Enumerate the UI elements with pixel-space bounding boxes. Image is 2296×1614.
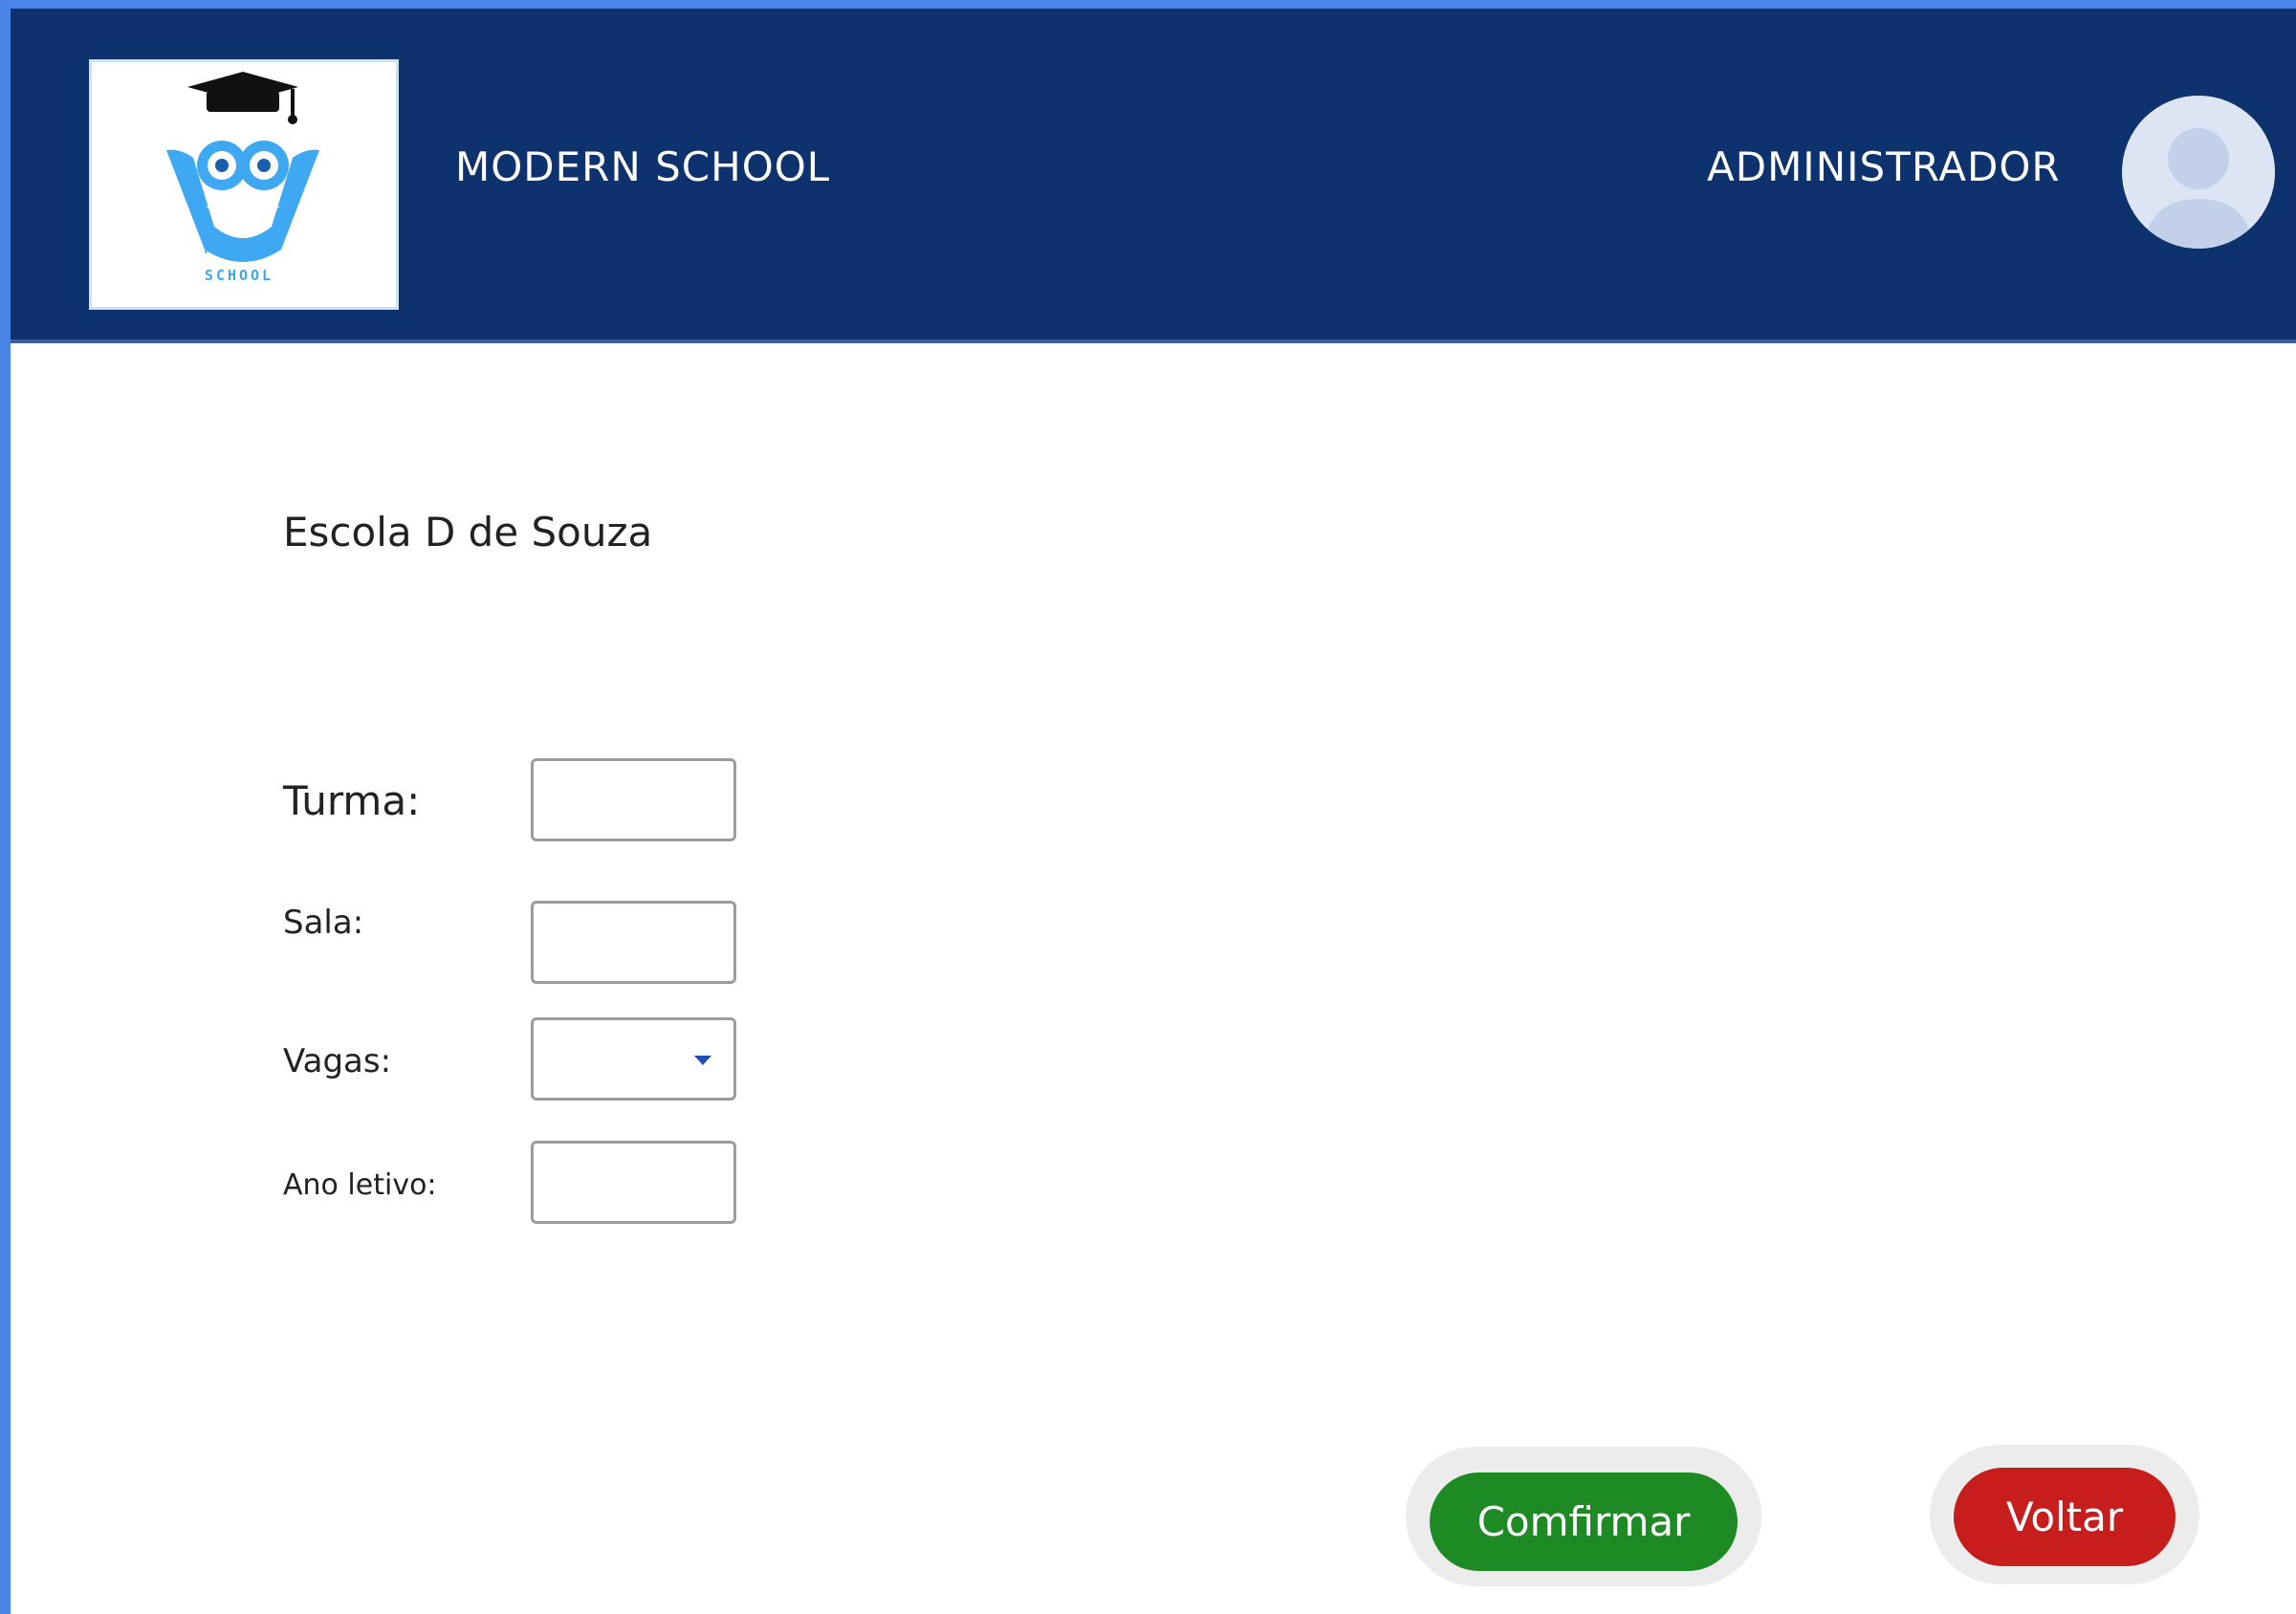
back-button-container: Voltar bbox=[1930, 1445, 2199, 1584]
window-frame-left bbox=[0, 0, 11, 1614]
user-avatar[interactable] bbox=[2122, 96, 2275, 249]
back-button[interactable]: Voltar bbox=[1954, 1468, 2176, 1566]
logo-text-line2: SCHOOL bbox=[205, 267, 273, 284]
user-avatar-icon bbox=[2122, 96, 2275, 249]
ano-letivo-input[interactable] bbox=[531, 1141, 736, 1224]
sala-label: Sala: bbox=[283, 904, 364, 942]
page-title: Escola D de Souza bbox=[283, 509, 653, 556]
sala-input[interactable] bbox=[531, 901, 736, 984]
school-logo: MODERN SCHOOL bbox=[89, 59, 399, 310]
vagas-label: Vagas: bbox=[283, 1042, 392, 1080]
confirm-button-container: Comfirmar bbox=[1406, 1447, 1761, 1586]
header-divider bbox=[11, 339, 2296, 343]
window-frame-top bbox=[0, 0, 2296, 9]
app-brand-title: MODERN SCHOOL bbox=[455, 143, 831, 190]
vagas-select[interactable] bbox=[531, 1017, 736, 1101]
turma-input[interactable] bbox=[531, 758, 736, 841]
turma-label: Turma: bbox=[283, 777, 421, 824]
logo-text-line1: MODERN bbox=[205, 240, 273, 257]
chevron-down-icon bbox=[694, 1056, 711, 1065]
confirm-button[interactable]: Comfirmar bbox=[1430, 1472, 1738, 1571]
ano-letivo-label: Ano letivo: bbox=[283, 1168, 437, 1202]
owl-graduation-cap-icon: MODERN SCHOOL bbox=[166, 72, 319, 284]
user-role-label: ADMINISTRADOR bbox=[1707, 143, 2061, 190]
